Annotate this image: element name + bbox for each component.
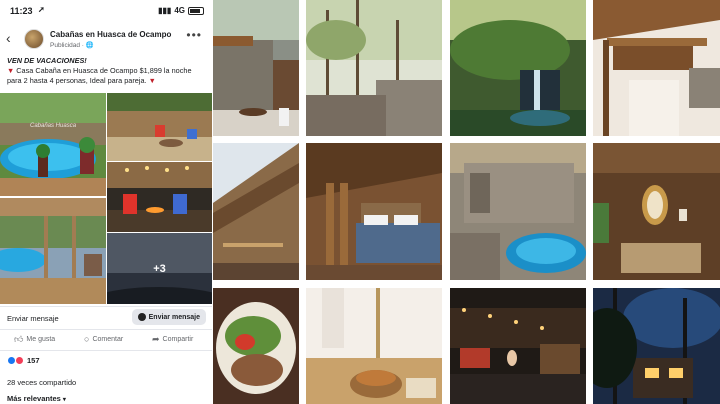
comment-sort-label: Más relevantes: [7, 394, 61, 403]
love-reaction-icon: [15, 356, 24, 365]
chevron-left-icon[interactable]: ‹: [6, 30, 11, 46]
divider: [0, 329, 212, 330]
battery-icon: [188, 6, 204, 15]
reaction-summary[interactable]: 157: [7, 356, 40, 365]
post-photo-pergola[interactable]: [0, 198, 106, 304]
post-text: VEN DE VACACIONES! ▼ Casa Cabaña en Huas…: [7, 56, 207, 86]
post-header: ‹ Cabañas en Huasca de Ocampo Publicidad…: [0, 22, 212, 56]
comment-button[interactable]: ○ Comentar: [84, 334, 123, 344]
post-actions: 👍︎ Me gusta ○ Comentar ➦ Compartir: [0, 334, 212, 348]
photo-watermark: Cabañas Huasca: [30, 123, 77, 129]
share-count[interactable]: 28 veces compartido: [7, 378, 76, 387]
more-photos-count[interactable]: +3: [107, 233, 212, 304]
photo-stone-terrace[interactable]: [213, 0, 299, 136]
photo-stone-jacuzzi[interactable]: [450, 143, 586, 280]
facebook-post-panel: 11:23 ➚ ▮▮▮ 4G ‹ Cabañas en Huasca de Oc…: [0, 0, 212, 404]
photo-food-plate[interactable]: [213, 288, 299, 404]
reaction-count: 157: [27, 356, 40, 365]
comment-label: Comentar: [92, 335, 124, 343]
photo-cabins-night[interactable]: [593, 288, 720, 404]
post-photo-firepit-night[interactable]: [107, 162, 212, 232]
post-photo-patio[interactable]: [107, 93, 212, 161]
photo-wooden-loft[interactable]: [593, 0, 720, 136]
share-button[interactable]: ➦ Compartir: [152, 334, 193, 345]
photo-cabin-exterior[interactable]: [213, 143, 299, 280]
send-message-button-label: Enviar mensaje: [148, 313, 200, 321]
pushpin-icon: ▼: [148, 76, 156, 85]
photo-bread-basket[interactable]: [306, 288, 442, 404]
like-label: Me gusta: [26, 336, 56, 343]
share-arrow-icon: ➦: [152, 334, 160, 344]
divider: [0, 350, 212, 351]
location-arrow-icon: ➚: [38, 5, 45, 14]
like-button[interactable]: 👍︎ Me gusta: [14, 334, 55, 345]
network-label: 4G: [174, 6, 185, 15]
comment-sort[interactable]: Más relevantes ▾: [7, 394, 66, 403]
post-photo-pool[interactable]: Cabañas Huasca: [0, 93, 106, 196]
status-bar: 11:23 ➚ ▮▮▮ 4G: [0, 0, 212, 22]
post-body: ▼ Casa Cabaña en Huasca de Ocampo $1,899…: [7, 66, 207, 86]
photo-rustic-bathroom[interactable]: [593, 143, 720, 280]
signal-icon: ▮▮▮: [158, 6, 172, 15]
pushpin-icon: ▼: [7, 66, 15, 75]
post-photo-more[interactable]: +3: [107, 233, 212, 304]
photo-stone-ruins-trees[interactable]: [306, 0, 442, 136]
comment-bubble-icon: ○: [84, 334, 90, 344]
avatar[interactable]: [24, 29, 44, 49]
photo-night-patio[interactable]: [450, 288, 586, 404]
photo-waterfall-grotto[interactable]: [450, 0, 586, 136]
divider: [0, 306, 212, 307]
status-time: 11:23: [10, 6, 33, 16]
sponsored-label: Publicidad · 🌐: [50, 42, 94, 49]
post-headline: VEN DE VACACIONES!: [7, 56, 87, 65]
post-body-text: Casa Cabaña en Huasca de Ocampo $1,899 l…: [7, 66, 192, 85]
more-dots-icon[interactable]: •••: [186, 28, 202, 42]
messenger-icon: [137, 313, 146, 321]
page-name[interactable]: Cabañas en Huasca de Ocampo: [50, 30, 171, 39]
send-message-button[interactable]: Enviar mensaje: [131, 309, 206, 325]
share-label: Compartir: [162, 336, 194, 343]
message-prompt: Enviar mensaje: [7, 314, 59, 323]
chevron-down-icon: ▾: [62, 397, 66, 403]
photo-bedroom[interactable]: [306, 143, 442, 280]
thumbs-up-icon: 👍︎: [14, 334, 24, 344]
